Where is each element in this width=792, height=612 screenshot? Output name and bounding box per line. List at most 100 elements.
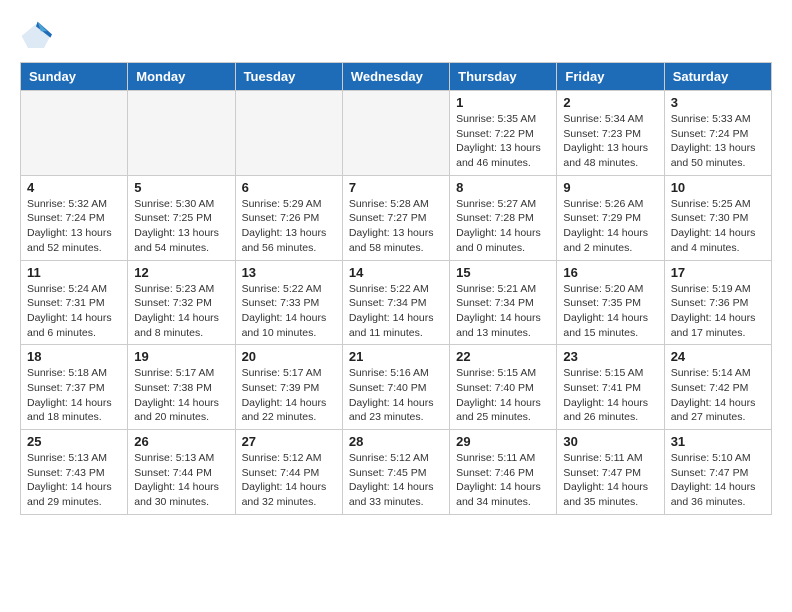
- day-info: Sunrise: 5:19 AMSunset: 7:36 PMDaylight:…: [671, 282, 765, 341]
- day-info: Sunrise: 5:21 AMSunset: 7:34 PMDaylight:…: [456, 282, 550, 341]
- page-header: [20, 20, 772, 52]
- calendar-cell: 31 Sunrise: 5:10 AMSunset: 7:47 PMDaylig…: [664, 430, 771, 515]
- day-info: Sunrise: 5:26 AMSunset: 7:29 PMDaylight:…: [563, 197, 657, 256]
- calendar-cell: [21, 91, 128, 176]
- day-info: Sunrise: 5:11 AMSunset: 7:47 PMDaylight:…: [563, 451, 657, 510]
- calendar-cell: 17 Sunrise: 5:19 AMSunset: 7:36 PMDaylig…: [664, 260, 771, 345]
- weekday-header-row: SundayMondayTuesdayWednesdayThursdayFrid…: [21, 63, 772, 91]
- logo: [20, 20, 56, 52]
- day-number: 23: [563, 349, 657, 364]
- day-info: Sunrise: 5:27 AMSunset: 7:28 PMDaylight:…: [456, 197, 550, 256]
- day-number: 6: [242, 180, 336, 195]
- calendar-cell: 16 Sunrise: 5:20 AMSunset: 7:35 PMDaylig…: [557, 260, 664, 345]
- calendar-cell: [235, 91, 342, 176]
- calendar-cell: 20 Sunrise: 5:17 AMSunset: 7:39 PMDaylig…: [235, 345, 342, 430]
- calendar-cell: 18 Sunrise: 5:18 AMSunset: 7:37 PMDaylig…: [21, 345, 128, 430]
- weekday-header: Monday: [128, 63, 235, 91]
- logo-icon: [20, 20, 52, 52]
- day-number: 4: [27, 180, 121, 195]
- day-number: 11: [27, 265, 121, 280]
- calendar-cell: [128, 91, 235, 176]
- calendar-cell: 8 Sunrise: 5:27 AMSunset: 7:28 PMDayligh…: [450, 175, 557, 260]
- day-info: Sunrise: 5:11 AMSunset: 7:46 PMDaylight:…: [456, 451, 550, 510]
- day-info: Sunrise: 5:15 AMSunset: 7:40 PMDaylight:…: [456, 366, 550, 425]
- day-number: 15: [456, 265, 550, 280]
- calendar-cell: 1 Sunrise: 5:35 AMSunset: 7:22 PMDayligh…: [450, 91, 557, 176]
- calendar-cell: 19 Sunrise: 5:17 AMSunset: 7:38 PMDaylig…: [128, 345, 235, 430]
- day-info: Sunrise: 5:13 AMSunset: 7:44 PMDaylight:…: [134, 451, 228, 510]
- day-number: 20: [242, 349, 336, 364]
- calendar-week-row: 11 Sunrise: 5:24 AMSunset: 7:31 PMDaylig…: [21, 260, 772, 345]
- day-info: Sunrise: 5:25 AMSunset: 7:30 PMDaylight:…: [671, 197, 765, 256]
- calendar-week-row: 25 Sunrise: 5:13 AMSunset: 7:43 PMDaylig…: [21, 430, 772, 515]
- day-number: 7: [349, 180, 443, 195]
- calendar-cell: 11 Sunrise: 5:24 AMSunset: 7:31 PMDaylig…: [21, 260, 128, 345]
- day-number: 21: [349, 349, 443, 364]
- calendar-week-row: 4 Sunrise: 5:32 AMSunset: 7:24 PMDayligh…: [21, 175, 772, 260]
- day-info: Sunrise: 5:33 AMSunset: 7:24 PMDaylight:…: [671, 112, 765, 171]
- day-number: 14: [349, 265, 443, 280]
- calendar-cell: 24 Sunrise: 5:14 AMSunset: 7:42 PMDaylig…: [664, 345, 771, 430]
- day-info: Sunrise: 5:23 AMSunset: 7:32 PMDaylight:…: [134, 282, 228, 341]
- calendar-cell: 21 Sunrise: 5:16 AMSunset: 7:40 PMDaylig…: [342, 345, 449, 430]
- calendar-cell: 9 Sunrise: 5:26 AMSunset: 7:29 PMDayligh…: [557, 175, 664, 260]
- day-number: 30: [563, 434, 657, 449]
- day-info: Sunrise: 5:17 AMSunset: 7:39 PMDaylight:…: [242, 366, 336, 425]
- day-info: Sunrise: 5:10 AMSunset: 7:47 PMDaylight:…: [671, 451, 765, 510]
- calendar-week-row: 18 Sunrise: 5:18 AMSunset: 7:37 PMDaylig…: [21, 345, 772, 430]
- calendar: SundayMondayTuesdayWednesdayThursdayFrid…: [20, 62, 772, 515]
- calendar-cell: 27 Sunrise: 5:12 AMSunset: 7:44 PMDaylig…: [235, 430, 342, 515]
- day-number: 12: [134, 265, 228, 280]
- day-number: 28: [349, 434, 443, 449]
- calendar-cell: 2 Sunrise: 5:34 AMSunset: 7:23 PMDayligh…: [557, 91, 664, 176]
- day-number: 13: [242, 265, 336, 280]
- day-info: Sunrise: 5:29 AMSunset: 7:26 PMDaylight:…: [242, 197, 336, 256]
- weekday-header: Saturday: [664, 63, 771, 91]
- day-info: Sunrise: 5:22 AMSunset: 7:33 PMDaylight:…: [242, 282, 336, 341]
- day-number: 2: [563, 95, 657, 110]
- day-info: Sunrise: 5:35 AMSunset: 7:22 PMDaylight:…: [456, 112, 550, 171]
- calendar-cell: 14 Sunrise: 5:22 AMSunset: 7:34 PMDaylig…: [342, 260, 449, 345]
- weekday-header: Thursday: [450, 63, 557, 91]
- day-number: 27: [242, 434, 336, 449]
- day-info: Sunrise: 5:15 AMSunset: 7:41 PMDaylight:…: [563, 366, 657, 425]
- weekday-header: Wednesday: [342, 63, 449, 91]
- day-info: Sunrise: 5:18 AMSunset: 7:37 PMDaylight:…: [27, 366, 121, 425]
- calendar-cell: 13 Sunrise: 5:22 AMSunset: 7:33 PMDaylig…: [235, 260, 342, 345]
- calendar-cell: 28 Sunrise: 5:12 AMSunset: 7:45 PMDaylig…: [342, 430, 449, 515]
- day-info: Sunrise: 5:16 AMSunset: 7:40 PMDaylight:…: [349, 366, 443, 425]
- day-number: 10: [671, 180, 765, 195]
- day-number: 19: [134, 349, 228, 364]
- day-info: Sunrise: 5:12 AMSunset: 7:44 PMDaylight:…: [242, 451, 336, 510]
- calendar-cell: [342, 91, 449, 176]
- calendar-cell: 22 Sunrise: 5:15 AMSunset: 7:40 PMDaylig…: [450, 345, 557, 430]
- calendar-cell: 6 Sunrise: 5:29 AMSunset: 7:26 PMDayligh…: [235, 175, 342, 260]
- day-number: 18: [27, 349, 121, 364]
- day-number: 1: [456, 95, 550, 110]
- day-number: 5: [134, 180, 228, 195]
- day-number: 24: [671, 349, 765, 364]
- day-info: Sunrise: 5:24 AMSunset: 7:31 PMDaylight:…: [27, 282, 121, 341]
- calendar-cell: 29 Sunrise: 5:11 AMSunset: 7:46 PMDaylig…: [450, 430, 557, 515]
- calendar-cell: 10 Sunrise: 5:25 AMSunset: 7:30 PMDaylig…: [664, 175, 771, 260]
- day-info: Sunrise: 5:20 AMSunset: 7:35 PMDaylight:…: [563, 282, 657, 341]
- day-number: 31: [671, 434, 765, 449]
- day-number: 17: [671, 265, 765, 280]
- day-info: Sunrise: 5:13 AMSunset: 7:43 PMDaylight:…: [27, 451, 121, 510]
- day-number: 25: [27, 434, 121, 449]
- day-number: 22: [456, 349, 550, 364]
- calendar-cell: 30 Sunrise: 5:11 AMSunset: 7:47 PMDaylig…: [557, 430, 664, 515]
- day-info: Sunrise: 5:28 AMSunset: 7:27 PMDaylight:…: [349, 197, 443, 256]
- day-number: 29: [456, 434, 550, 449]
- day-number: 26: [134, 434, 228, 449]
- day-info: Sunrise: 5:14 AMSunset: 7:42 PMDaylight:…: [671, 366, 765, 425]
- calendar-cell: 25 Sunrise: 5:13 AMSunset: 7:43 PMDaylig…: [21, 430, 128, 515]
- calendar-cell: 5 Sunrise: 5:30 AMSunset: 7:25 PMDayligh…: [128, 175, 235, 260]
- weekday-header: Friday: [557, 63, 664, 91]
- calendar-cell: 3 Sunrise: 5:33 AMSunset: 7:24 PMDayligh…: [664, 91, 771, 176]
- day-info: Sunrise: 5:32 AMSunset: 7:24 PMDaylight:…: [27, 197, 121, 256]
- calendar-cell: 4 Sunrise: 5:32 AMSunset: 7:24 PMDayligh…: [21, 175, 128, 260]
- calendar-week-row: 1 Sunrise: 5:35 AMSunset: 7:22 PMDayligh…: [21, 91, 772, 176]
- calendar-cell: 23 Sunrise: 5:15 AMSunset: 7:41 PMDaylig…: [557, 345, 664, 430]
- day-number: 16: [563, 265, 657, 280]
